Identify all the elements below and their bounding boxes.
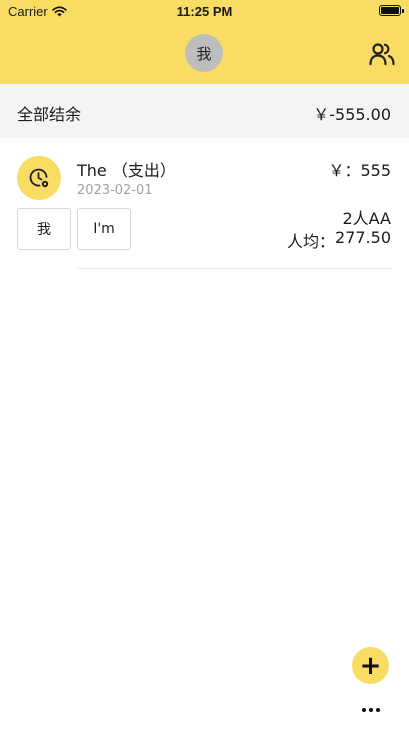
transaction-amount: ￥：555 (328, 161, 391, 180)
divider (77, 268, 391, 269)
transaction-date: 2023-02-01 (77, 183, 153, 198)
per-person-label: 人均： (287, 232, 336, 251)
participant-name: 我 (37, 222, 51, 238)
battery-icon (379, 5, 404, 16)
people-button[interactable] (368, 40, 396, 68)
transaction-title: The （支出） (77, 161, 176, 180)
participant-chip[interactable]: I'm (77, 208, 131, 250)
balance-summary: 全部结余 ￥-555.00 (0, 84, 409, 138)
participant-chip[interactable]: 我 (17, 208, 71, 250)
more-options-button[interactable] (356, 698, 386, 722)
plus-icon: + (359, 650, 382, 681)
balance-label: 全部结余 (17, 105, 82, 124)
balance-amount: ￥-555.00 (313, 105, 391, 124)
clock-icon (29, 168, 49, 188)
participant-name: I'm (93, 221, 115, 237)
people-icon (369, 43, 395, 66)
app-header: Carrier 11:25 PM 我 (0, 0, 409, 84)
status-bar: Carrier 11:25 PM (0, 0, 409, 24)
per-person-amount: 277.50 (335, 228, 391, 247)
avatar-label: 我 (196, 44, 212, 63)
more-horizontal-icon (362, 708, 366, 712)
per-person-share: 人均： 277.50 (287, 228, 391, 252)
split-type: 2人AA (342, 209, 391, 228)
status-time: 11:25 PM (176, 4, 233, 19)
transaction-category-badge (17, 156, 61, 200)
user-avatar[interactable]: 我 (185, 34, 223, 72)
add-transaction-button[interactable]: + (352, 647, 389, 684)
